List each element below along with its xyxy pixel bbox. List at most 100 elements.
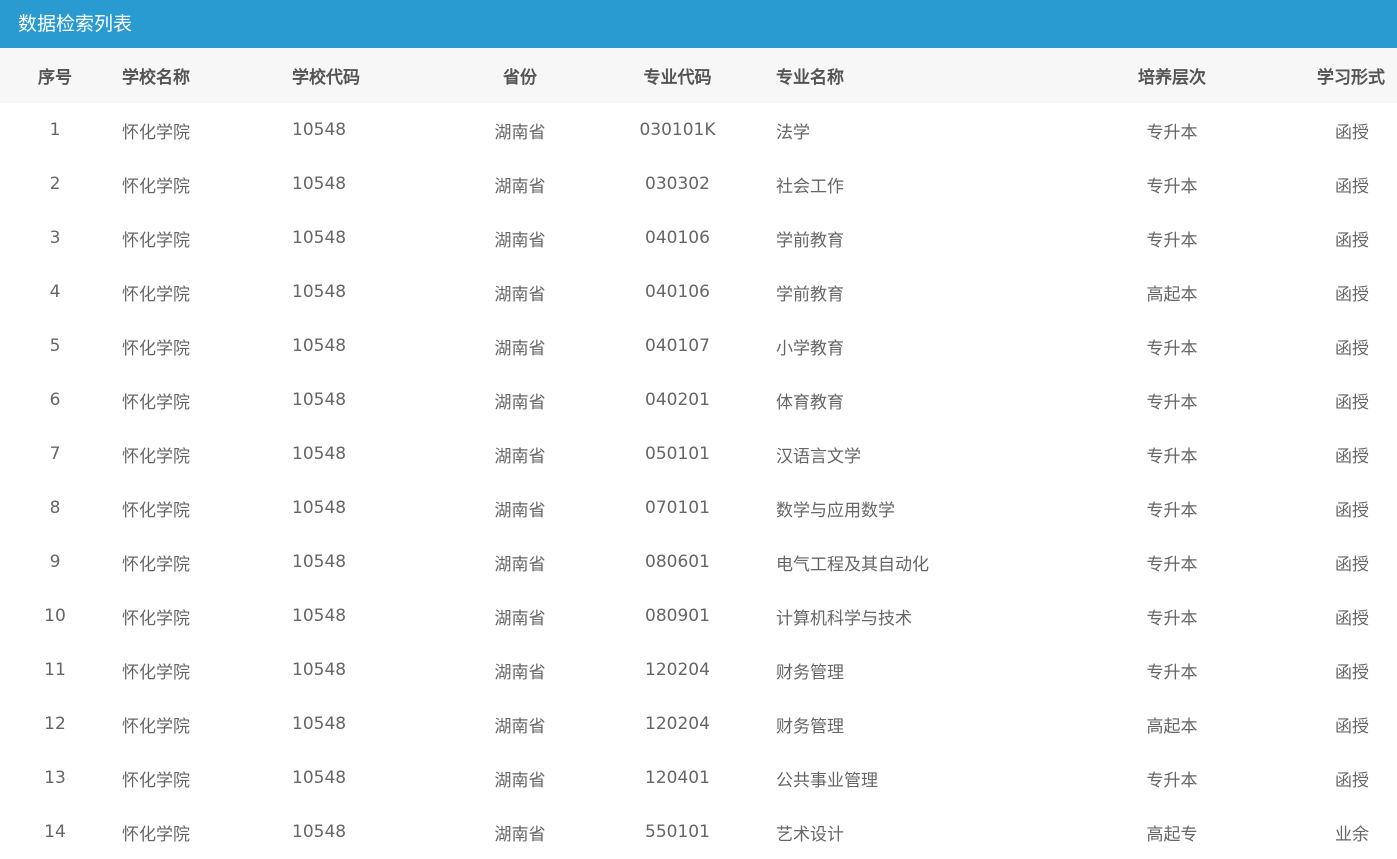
cell-index: 8 [49,498,61,518]
cell-study-form: 函授 [1335,716,1369,737]
cell-level: 高起本 [1146,284,1198,305]
cell-study-form: 函授 [1335,554,1369,575]
cell-school-code: 10548 [292,768,347,788]
cell-index: 4 [49,282,61,302]
cell-level: 专升本 [1146,230,1198,251]
cell-level: 专升本 [1146,500,1198,521]
cell-school-name: 怀化学院 [122,554,190,575]
column-header-province: 省份 [503,68,537,88]
cell-major-name: 学前教育 [776,284,844,305]
cell-major-code: 120401 [645,768,710,788]
table-row: 3 怀化学院 10548 湖南省 040106 学前教育 专升本 函授 [0,211,1397,265]
table-row: 4 怀化学院 10548 湖南省 040106 学前教育 高起本 函授 [0,265,1397,319]
table-row: 5 怀化学院 10548 湖南省 040107 小学教育 专升本 函授 [0,319,1397,373]
cell-major-name: 社会工作 [776,176,844,197]
cell-index: 10 [44,606,66,626]
cell-major-name: 汉语言文学 [776,446,861,467]
cell-major-code: 030302 [645,174,710,194]
cell-level: 专升本 [1146,770,1198,791]
cell-school-name: 怀化学院 [122,716,190,737]
cell-major-code: 040106 [645,228,710,248]
cell-major-name: 学前教育 [776,230,844,251]
cell-study-form: 函授 [1335,446,1369,467]
cell-level: 专升本 [1146,338,1198,359]
cell-province: 湖南省 [494,338,546,359]
cell-major-name: 财务管理 [776,716,844,737]
cell-school-name: 怀化学院 [122,122,190,143]
table-row: 12 怀化学院 10548 湖南省 120204 财务管理 高起本 函授 [0,697,1397,751]
cell-index: 1 [49,120,61,140]
cell-level: 高起本 [1146,716,1198,737]
cell-province: 湖南省 [494,770,546,791]
cell-school-code: 10548 [292,606,347,626]
cell-level: 专升本 [1146,446,1198,467]
cell-major-name: 电气工程及其自动化 [776,554,929,575]
cell-index: 11 [44,660,66,680]
cell-level: 专升本 [1146,554,1198,575]
cell-study-form: 函授 [1335,392,1369,413]
cell-index: 12 [44,714,66,734]
cell-study-form: 函授 [1335,176,1369,197]
cell-major-name: 计算机科学与技术 [776,608,912,629]
cell-province: 湖南省 [494,122,546,143]
cell-study-form: 函授 [1335,284,1369,305]
cell-major-code: 120204 [645,660,710,680]
cell-school-name: 怀化学院 [122,608,190,629]
column-header-index: 序号 [38,68,72,88]
table-row: 13 怀化学院 10548 湖南省 120401 公共事业管理 专升本 函授 [0,751,1397,805]
cell-major-code: 080601 [645,552,710,572]
cell-province: 湖南省 [494,554,546,575]
cell-school-code: 10548 [292,390,347,410]
cell-school-name: 怀化学院 [122,176,190,197]
cell-major-code: 040201 [645,390,710,410]
cell-school-name: 怀化学院 [122,446,190,467]
cell-index: 3 [49,228,61,248]
cell-major-name: 体育教育 [776,392,844,413]
cell-province: 湖南省 [494,608,546,629]
column-header-major-code: 专业代码 [643,68,712,88]
cell-major-code: 080901 [645,606,710,626]
cell-school-code: 10548 [292,336,347,356]
cell-index: 2 [49,174,61,194]
cell-school-name: 怀化学院 [122,662,190,683]
column-header-school-name: 学校名称 [122,68,190,88]
cell-school-code: 10548 [292,552,347,572]
cell-index: 13 [44,768,66,788]
cell-province: 湖南省 [494,230,546,251]
cell-province: 湖南省 [494,500,546,521]
table-row: 9 怀化学院 10548 湖南省 080601 电气工程及其自动化 专升本 函授 [0,535,1397,589]
cell-school-code: 10548 [292,498,347,518]
cell-school-name: 怀化学院 [122,338,190,359]
table-row: 1 怀化学院 10548 湖南省 030101K 法学 专升本 函授 [0,103,1397,157]
cell-school-code: 10548 [292,282,347,302]
table-row: 7 怀化学院 10548 湖南省 050101 汉语言文学 专升本 函授 [0,427,1397,481]
cell-major-code: 030101K [639,120,716,140]
cell-study-form: 函授 [1335,662,1369,683]
cell-level: 专升本 [1146,122,1198,143]
cell-study-form: 函授 [1335,338,1369,359]
cell-province: 湖南省 [494,716,546,737]
cell-school-code: 10548 [292,660,347,680]
cell-major-name: 财务管理 [776,662,844,683]
cell-province: 湖南省 [494,662,546,683]
table-row: 2 怀化学院 10548 湖南省 030302 社会工作 专升本 函授 [0,157,1397,211]
cell-school-name: 怀化学院 [122,230,190,251]
cell-province: 湖南省 [494,446,546,467]
cell-school-name: 怀化学院 [122,500,190,521]
table-header-row: 序号 学校名称 学校代码 省份 专业代码 专业名称 培养层次 学习形式 [0,48,1397,103]
data-table: 序号 学校名称 学校代码 省份 专业代码 专业名称 培养层次 学习形式 1 怀化学… [0,48,1397,859]
cell-school-code: 10548 [292,120,347,140]
table-row: 10 怀化学院 10548 湖南省 080901 计算机科学与技术 专升本 函授 [0,589,1397,643]
cell-level: 专升本 [1146,176,1198,197]
table-row: 8 怀化学院 10548 湖南省 070101 数学与应用数学 专升本 函授 [0,481,1397,535]
cell-index: 9 [49,552,61,572]
cell-study-form: 函授 [1335,608,1369,629]
cell-school-name: 怀化学院 [122,284,190,305]
cell-study-form: 函授 [1335,230,1369,251]
column-header-level: 培养层次 [1138,68,1206,88]
cell-major-name: 法学 [776,122,810,143]
cell-major-code: 040107 [645,336,710,356]
cell-major-name: 公共事业管理 [776,770,878,791]
column-header-major-name: 专业名称 [776,68,844,88]
column-header-school-code: 学校代码 [292,68,360,88]
